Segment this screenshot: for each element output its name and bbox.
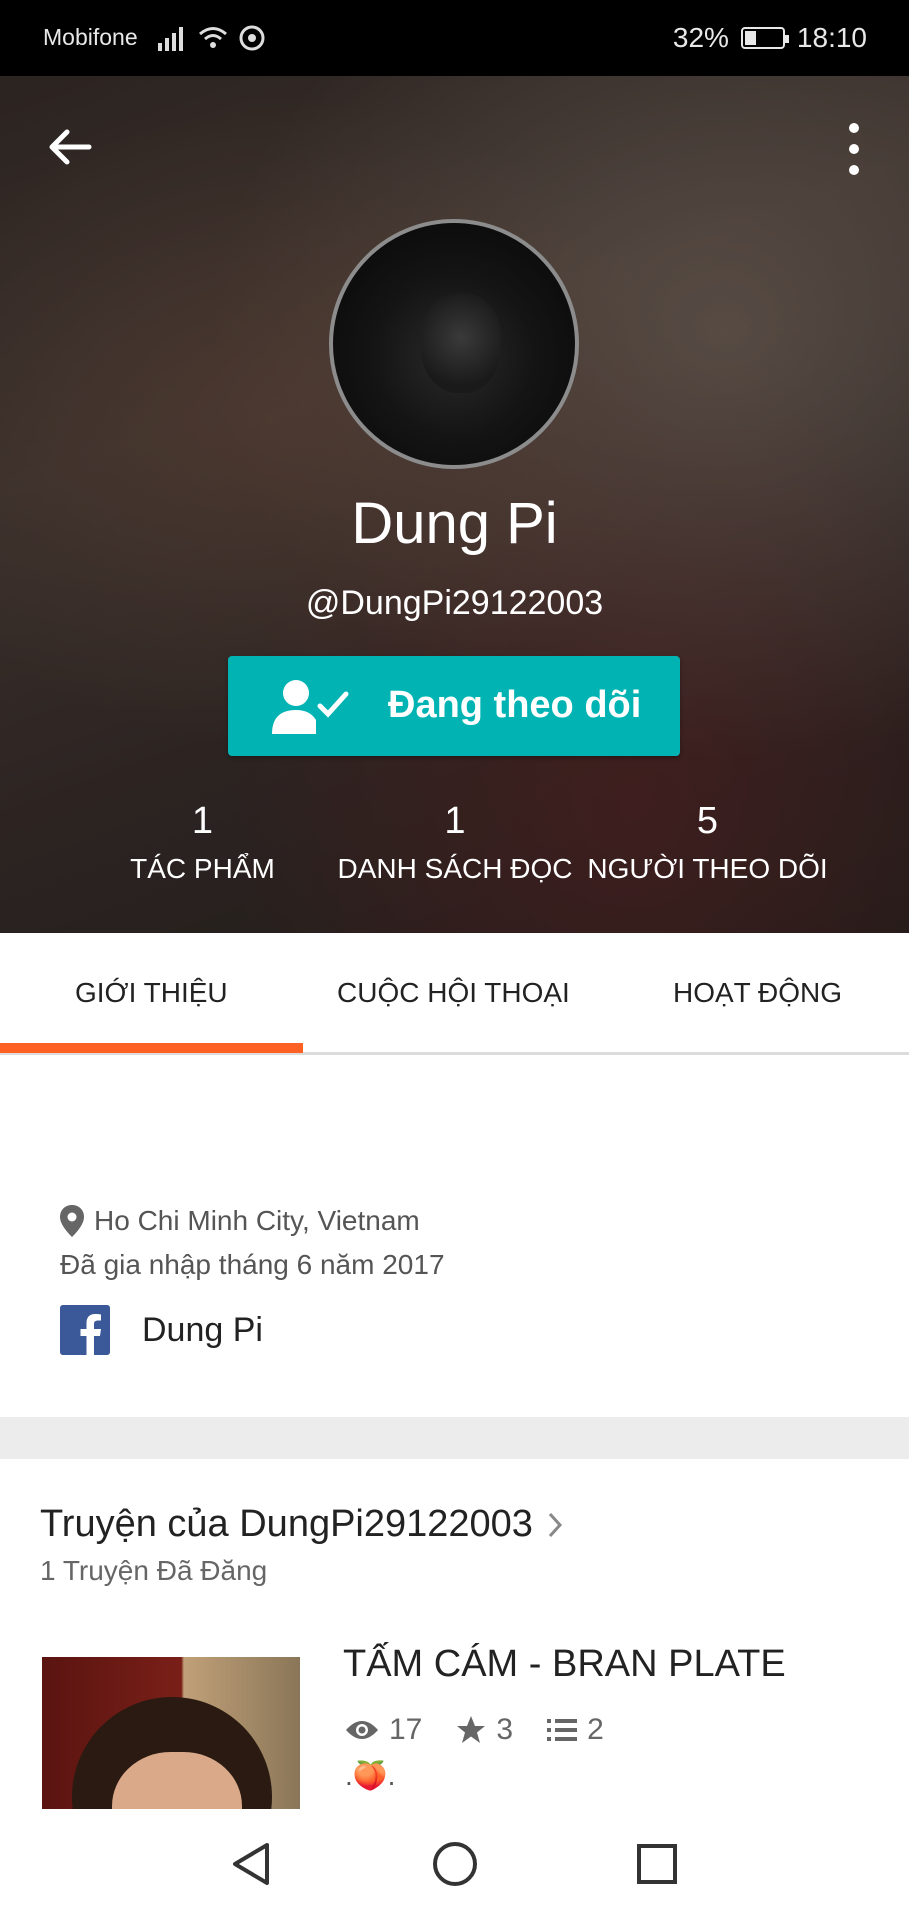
display-name: Dung Pi: [351, 491, 558, 556]
star-icon: [457, 1716, 486, 1743]
nav-back-icon[interactable]: [227, 1839, 277, 1889]
active-tab-indicator: [0, 1043, 303, 1053]
about-section: Ho Chi Minh City, Vietnam Đã gia nhập th…: [0, 1055, 909, 1417]
story-views-value: 17: [389, 1713, 423, 1746]
stat-works-value: 1: [191, 800, 214, 842]
more-options-icon[interactable]: [839, 122, 869, 176]
tab-activity[interactable]: HOẠT ĐỘNG: [673, 977, 842, 1009]
story-votes-value: 3: [496, 1713, 514, 1746]
stories-section: Truyện của DungPi29122003 1 Truyện Đã Đă…: [0, 1459, 909, 1809]
stat-reading-lists[interactable]: 1 DANH SÁCH ĐỌC: [330, 800, 580, 885]
carrier-name: Mobifone: [43, 24, 138, 50]
stat-followers-value: 5: [696, 800, 719, 842]
story-parts-value: 2: [587, 1713, 604, 1746]
nav-recents-icon[interactable]: [632, 1839, 682, 1889]
tab-conversations[interactable]: CUỘC HỘI THOẠI: [337, 977, 570, 1009]
stories-count: 1 Truyện Đã Đăng: [40, 1555, 268, 1586]
facebook-name: Dung Pi: [142, 1310, 263, 1349]
stat-reading-lists-value: 1: [444, 800, 466, 842]
battery-icon: [740, 27, 789, 49]
signal-icon: [158, 27, 183, 51]
username: @DungPi29122003: [305, 584, 604, 622]
location-row: Ho Chi Minh City, Vietnam: [60, 1205, 420, 1237]
stat-followers-label: NGƯỜI THEO DÕI: [587, 853, 828, 884]
profile-header: Dung Pi @DungPi29122003 Đang theo dõi 1 …: [0, 76, 909, 933]
status-right: 32% 18:10: [673, 22, 867, 54]
clock: 18:10: [796, 22, 867, 53]
facebook-icon: [60, 1305, 110, 1355]
following-button[interactable]: Đang theo dõi: [228, 656, 680, 756]
stories-title: Truyện của DungPi29122003: [40, 1503, 533, 1545]
system-navigation-bar: [0, 1809, 909, 1920]
location-text: Ho Chi Minh City, Vietnam: [94, 1205, 420, 1236]
facebook-link[interactable]: Dung Pi: [60, 1305, 263, 1355]
stat-reading-lists-label: DANH SÁCH ĐỌC: [337, 853, 573, 884]
location-pin-icon: [60, 1205, 84, 1237]
wifi-icon: [199, 27, 227, 48]
story-title[interactable]: TẤM CÁM - BRAN PLATE: [343, 1643, 786, 1686]
stories-header[interactable]: Truyện của DungPi29122003: [40, 1503, 563, 1546]
data-saver-icon: [239, 25, 265, 51]
story-tag: .🍑.: [345, 1760, 396, 1791]
stat-works[interactable]: 1 TÁC PHẨM: [115, 800, 290, 885]
list-icon: [547, 1719, 578, 1741]
story-views: 17: [345, 1713, 422, 1747]
nav-home-icon[interactable]: [430, 1839, 480, 1889]
status-bar: Mobifone 32% 18:10: [0, 0, 909, 76]
profile-tabs: GIỚI THIỆU CUỘC HỘI THOẠI HOẠT ĐỘNG: [0, 933, 909, 1055]
chevron-right-icon: [548, 1512, 562, 1537]
section-divider: [0, 1417, 909, 1459]
avatar[interactable]: [329, 219, 579, 469]
eye-icon: [346, 1721, 378, 1739]
stat-followers[interactable]: 5 NGƯỜI THEO DÕI: [585, 800, 830, 885]
back-arrow-icon[interactable]: [45, 122, 95, 172]
joined-date: Đã gia nhập tháng 6 năm 2017: [60, 1249, 445, 1280]
story-cover[interactable]: [42, 1657, 300, 1809]
status-icons: [158, 24, 266, 52]
stat-works-label: TÁC PHẨM: [130, 853, 275, 884]
story-meta: 17 3 2: [345, 1713, 638, 1747]
following-button-label: Đang theo dõi: [388, 684, 642, 726]
user-check-icon: [272, 680, 349, 734]
tab-about[interactable]: GIỚI THIỆU: [75, 977, 228, 1009]
battery-percent: 32%: [672, 22, 729, 53]
story-parts: 2: [547, 1713, 604, 1747]
story-votes: 3: [456, 1713, 513, 1747]
